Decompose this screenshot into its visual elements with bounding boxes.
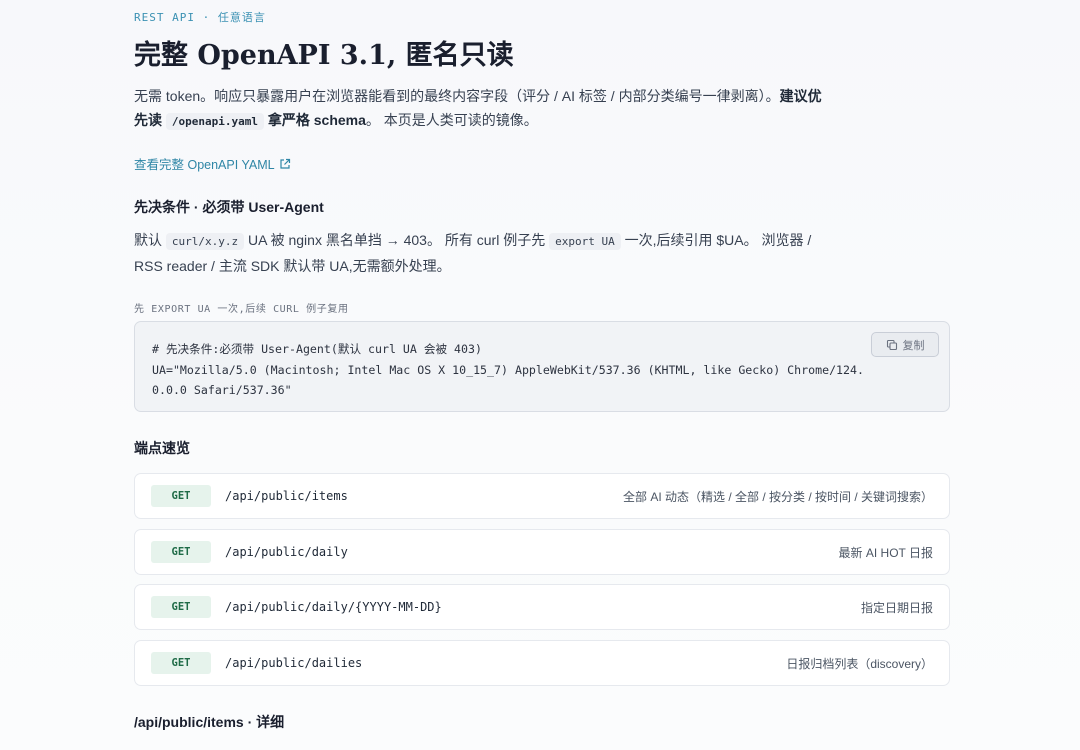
code-block-label: 先 EXPORT UA 一次,后续 CURL 例子复用 <box>134 304 349 315</box>
endpoint-description: 最新 AI HOT 日报 <box>838 545 933 560</box>
intro-bold-2: 拿严格 schema <box>267 112 366 128</box>
intro-text: 无需 token。响应只暴露用户在浏览器能看到的最终内容字段（评分 / AI 标… <box>134 88 780 104</box>
endpoint-path: /api/public/dailies <box>225 656 363 670</box>
endpoint-row-daily-date[interactable]: GET /api/public/daily/{YYYY-MM-DD} 指定日期日… <box>134 584 950 630</box>
endpoint-path: /api/public/items <box>225 489 348 503</box>
method-badge: GET <box>151 485 211 507</box>
endpoint-description: 全部 AI 动态（精选 / 全部 / 按分类 / 按时间 / 关键词搜索） <box>622 489 933 504</box>
openapi-yaml-code: /openapi.yaml <box>165 113 264 130</box>
endpoints-heading: 端点速览 <box>134 440 190 456</box>
copy-button[interactable]: 复制 <box>871 332 939 357</box>
endpoint-row-dailies[interactable]: GET /api/public/dailies 日报归档列表（discovery… <box>134 640 950 686</box>
code-block: # 先决条件:必须带 User-Agent(默认 curl UA 会被 403)… <box>134 321 950 412</box>
prereq-paragraph: 默认 curl/x.y.z UA 被 nginx 黑名单挡 → 403。 所有 … <box>134 228 824 278</box>
export-ua-code: export UA <box>549 233 621 250</box>
page-title: 完整 OpenAPI 3.1, 匿名只读 <box>134 40 514 71</box>
external-link-icon <box>279 158 290 169</box>
method-badge: GET <box>151 652 211 674</box>
yaml-link-label: 查看完整 OpenAPI YAML <box>134 158 275 172</box>
curl-ua-code: curl/x.y.z <box>165 233 245 250</box>
endpoint-description: 指定日期日报 <box>860 600 933 615</box>
method-badge: GET <box>151 596 211 618</box>
intro-text-2: 。 本页是人类可读的镜像。 <box>365 112 538 128</box>
prereq-text-2: UA 被 nginx 黑名单挡 → 403。 所有 curl 例子先 <box>248 232 546 248</box>
section-kicker: REST API · 任意语言 <box>134 11 266 24</box>
items-detail-heading: /api/public/items · 详细 <box>134 714 285 730</box>
code-line-ua: UA="Mozilla/5.0 (Macintosh; Intel Mac OS… <box>152 362 864 398</box>
code-content[interactable]: # 先决条件:必须带 User-Agent(默认 curl UA 会被 403)… <box>152 339 864 401</box>
view-openapi-yaml-link[interactable]: 查看完整 OpenAPI YAML <box>134 154 291 173</box>
endpoint-row-items[interactable]: GET /api/public/items 全部 AI 动态（精选 / 全部 /… <box>134 473 950 519</box>
prereq-heading: 先决条件 · 必须带 User-Agent <box>134 199 324 215</box>
code-line-comment: # 先决条件:必须带 User-Agent(默认 curl UA 会被 403) <box>152 342 482 356</box>
method-badge: GET <box>151 541 211 563</box>
prereq-text-1: 默认 <box>134 232 162 248</box>
endpoint-row-daily[interactable]: GET /api/public/daily 最新 AI HOT 日报 <box>134 529 950 575</box>
endpoint-description: 日报归档列表（discovery） <box>786 656 933 671</box>
endpoint-path: /api/public/daily <box>225 545 348 559</box>
copy-icon <box>886 339 897 350</box>
endpoint-path: /api/public/daily/{YYYY-MM-DD} <box>225 600 442 614</box>
copy-button-label: 复制 <box>902 339 925 352</box>
intro-paragraph: 无需 token。响应只暴露用户在浏览器能看到的最终内容字段（评分 / AI 标… <box>134 84 824 134</box>
